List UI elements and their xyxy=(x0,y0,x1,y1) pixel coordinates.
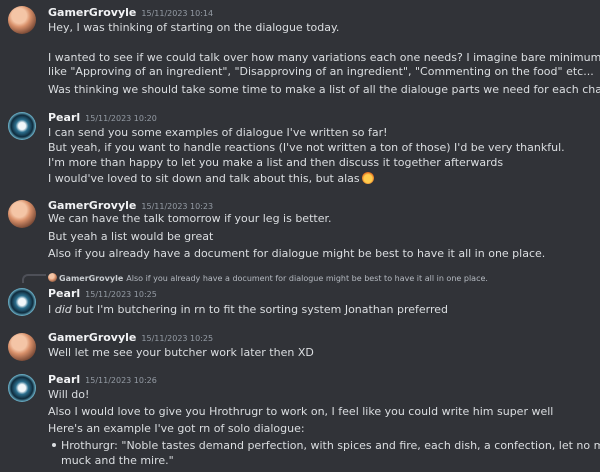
message-text: Hey, I was thinking of starting on the d… xyxy=(48,21,340,34)
author-name[interactable]: GamerGrovyle xyxy=(48,6,136,19)
message-timestamp: 15/11/2023 10:20 xyxy=(85,114,157,123)
avatar[interactable] xyxy=(8,288,36,316)
message-text: Also I would love to give you Hrothrugr … xyxy=(48,405,554,418)
message-text: We can have the talk tomorrow if your le… xyxy=(48,212,332,225)
message-text-part: but I'm butchering in rn to fit the sort… xyxy=(71,303,449,316)
reply-preview[interactable]: GamerGrovyle Also if you already have a d… xyxy=(48,271,488,286)
avatar[interactable] xyxy=(8,6,36,34)
message-text-italic: did xyxy=(54,303,72,316)
avatar[interactable] xyxy=(8,333,36,361)
reply-avatar xyxy=(48,273,57,282)
message-timestamp: 15/11/2023 10:26 xyxy=(85,376,157,385)
message-text: But yeah, if you want to handle reaction… xyxy=(48,141,565,154)
bullet-list-item: Hrothurgr: "Noble tastes demand perfecti… xyxy=(52,438,600,453)
reply-text: Also if you already have a document for … xyxy=(126,274,488,283)
message-text: like "Approving of an ingredient", "Disa… xyxy=(48,65,594,78)
message-text: Here's an example I've got rn of solo di… xyxy=(48,422,305,435)
distressed-emoji-icon xyxy=(361,172,374,184)
chat-channel: GamerGrovyle 15/11/2023 10:14 Hey, I was … xyxy=(0,0,600,472)
avatar[interactable] xyxy=(8,200,36,228)
author-name[interactable]: Pearl xyxy=(48,373,80,386)
avatar[interactable] xyxy=(8,112,36,140)
message-timestamp: 15/11/2023 10:25 xyxy=(141,334,214,343)
message-timestamp: 15/11/2023 10:25 xyxy=(85,290,157,299)
message-text: Will do! xyxy=(48,388,90,401)
author-name[interactable]: Pearl xyxy=(48,111,80,124)
message-text: I would've loved to sit down and talk ab… xyxy=(48,171,374,186)
message-text: Was thinking we should take some time to… xyxy=(48,83,600,96)
bullet-text-continuation: muck and the mire." xyxy=(61,454,174,467)
message-text-part: I xyxy=(48,303,55,316)
reply-author: GamerGrovyle xyxy=(59,274,124,283)
message-text: I wanted to see if we could talk over ho… xyxy=(48,51,600,64)
message-text: Well let me see your butcher work later … xyxy=(48,346,314,359)
message-text: I can send you some examples of dialogue… xyxy=(48,126,388,139)
message-text: I'm more than happy to let you make a li… xyxy=(48,156,504,169)
message-timestamp: 15/11/2023 10:14 xyxy=(141,9,214,18)
message-text: Also if you already have a document for … xyxy=(48,247,546,260)
bullet-text: Hrothurgr: "Noble tastes demand perfecti… xyxy=(61,439,600,452)
message-text-inline: I would've loved to sit down and talk ab… xyxy=(48,172,360,185)
reply-connector xyxy=(22,274,46,283)
author-name[interactable]: GamerGrovyle xyxy=(48,331,136,344)
avatar[interactable] xyxy=(8,374,36,402)
message-text: But yeah a list would be great xyxy=(48,230,214,243)
author-name[interactable]: Pearl xyxy=(48,287,80,300)
message-timestamp: 15/11/2023 10:23 xyxy=(141,202,214,211)
bullet-icon xyxy=(52,443,56,447)
message-text: I did but I'm butchering in rn to fit th… xyxy=(48,302,448,317)
